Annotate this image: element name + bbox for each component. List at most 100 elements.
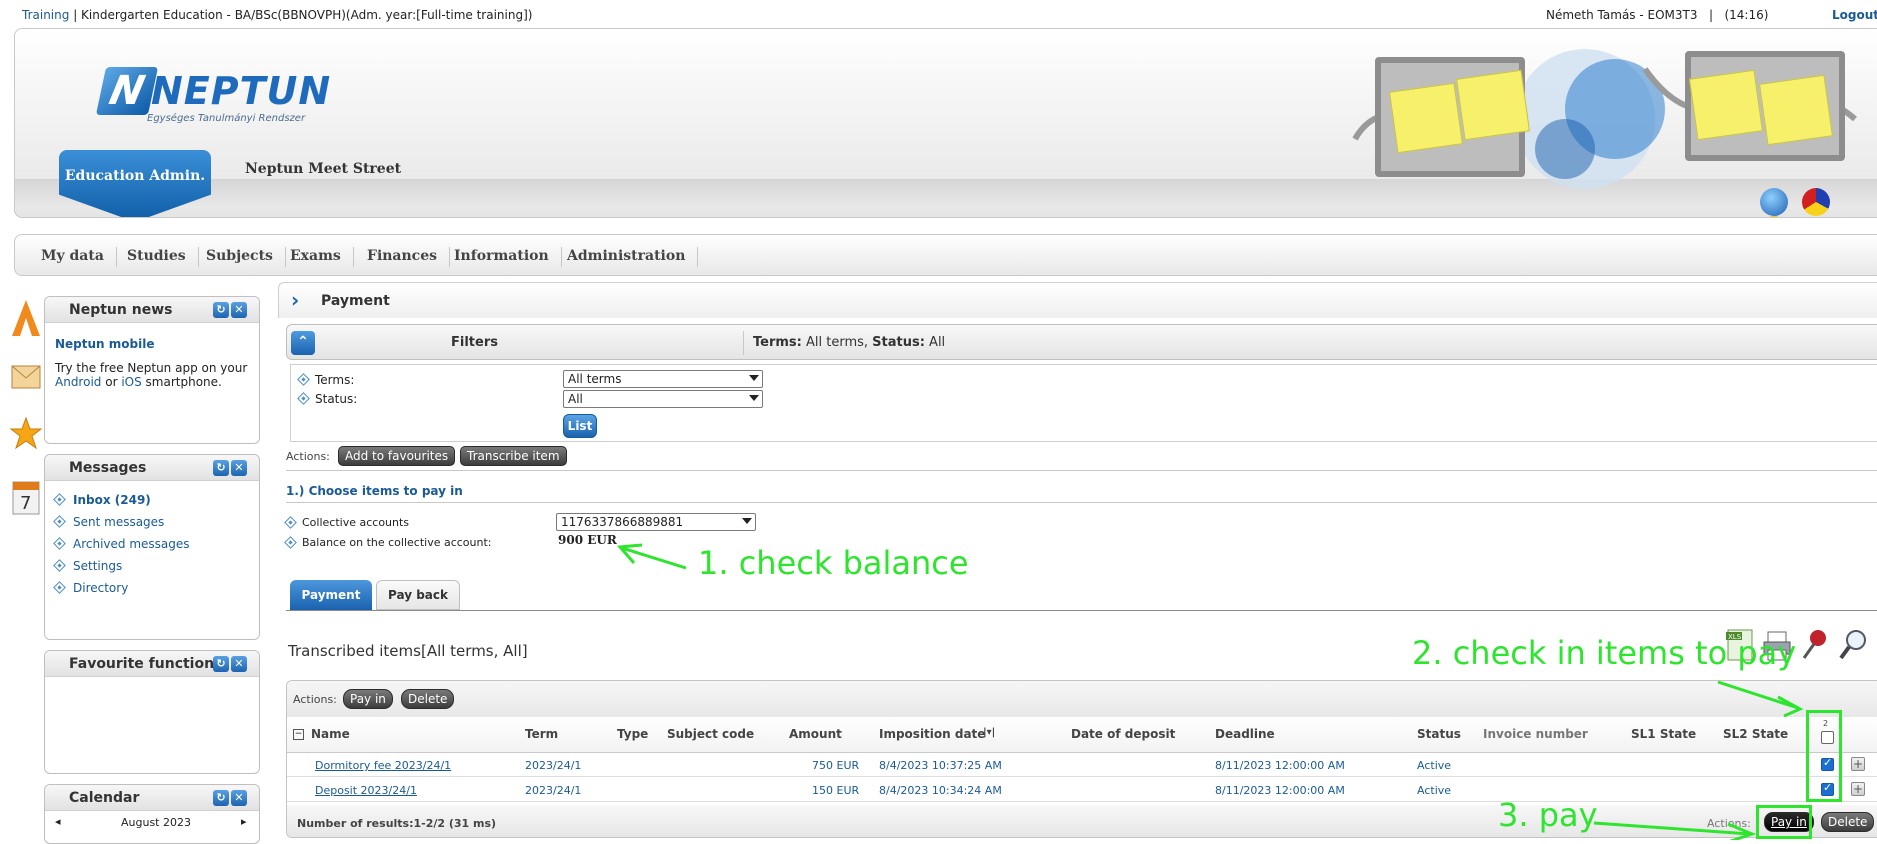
tabs-underline — [286, 610, 1877, 611]
program-name: Kindergarten Education - BA/BSc(BBNOVPH)… — [81, 8, 533, 22]
logout-link[interactable]: Logout — [1832, 8, 1877, 22]
row-name-link[interactable]: Dormitory fee 2023/24/1 — [315, 759, 451, 772]
status-select[interactable]: All — [563, 390, 763, 408]
menu-finances[interactable]: Finances — [355, 247, 450, 267]
add-to-favourites-button[interactable]: Add to favourites — [338, 446, 456, 466]
filters-header[interactable]: ⌃ Filters Terms: All terms, Status: All — [286, 324, 1877, 360]
menu-my-data[interactable]: My data — [29, 247, 117, 267]
close-icon[interactable]: ✕ — [231, 656, 247, 672]
android-link[interactable]: Android — [55, 375, 101, 389]
top-bar-right: Németh Tamás - EOM3T3 | (14:16) — [1546, 8, 1768, 22]
message-link-inbox[interactable]: Inbox (249) — [53, 493, 249, 507]
annotation-checkbox-highlight — [1806, 710, 1842, 802]
training-link[interactable]: Training — [22, 8, 69, 22]
balance-text: Balance on the collective account: — [302, 536, 492, 549]
diamond-icon — [284, 516, 297, 529]
message-link-label: Directory — [73, 581, 129, 595]
news-widget-title: Neptun news — [69, 302, 173, 318]
magnifier-icon[interactable] — [1838, 628, 1870, 662]
col-sl2-state[interactable]: SL2 State — [1723, 727, 1788, 741]
sticky-note — [1759, 74, 1833, 146]
news-headline[interactable]: Neptun mobile — [55, 337, 249, 351]
transcribe-item-button[interactable]: Transcribe item — [460, 446, 567, 466]
clock: (14:16) — [1724, 8, 1769, 22]
message-link-sent[interactable]: Sent messages — [53, 515, 249, 529]
col-type[interactable]: Type — [617, 727, 648, 741]
terms-select[interactable]: All terms — [563, 370, 763, 388]
plus-icon[interactable]: + — [1851, 757, 1865, 771]
balance-label: Balance on the collective account: — [284, 536, 492, 549]
refresh-icon[interactable]: ↻ — [213, 460, 229, 476]
menu-studies[interactable]: Studies — [115, 247, 199, 267]
filters-summary: Terms: All terms, Status: All — [753, 335, 945, 350]
menu-administration[interactable]: Administration — [555, 247, 699, 267]
menu-subjects[interactable]: Subjects — [194, 247, 286, 267]
message-link-archived[interactable]: Archived messages — [53, 537, 249, 551]
favourites-widget-title: Favourite functions — [69, 656, 223, 672]
row-name-link[interactable]: Deposit 2023/24/1 — [315, 784, 417, 797]
main-menu: My data Studies Subjects Exams Finances … — [14, 234, 1877, 276]
calendar-7-icon[interactable]: 7 — [10, 478, 42, 518]
accessibility-icon[interactable] — [1760, 216, 1788, 217]
favourites-widget-header: Favourite functions ↻ ✕ — [45, 651, 259, 677]
news-text-1: Try the free Neptun app on your — [55, 361, 248, 375]
close-icon[interactable]: ✕ — [231, 302, 247, 318]
collective-accounts-label: Collective accounts — [284, 516, 409, 529]
col-term[interactable]: Term — [525, 727, 558, 741]
col-amount[interactable]: Amount — [789, 727, 842, 741]
filters-body: Terms: All terms Status: All List — [290, 364, 1877, 442]
col-subject-code[interactable]: Subject code — [667, 727, 754, 741]
diamond-icon — [53, 559, 66, 572]
close-icon[interactable]: ✕ — [231, 460, 247, 476]
calendar-month: August 2023 — [121, 816, 191, 829]
col-status[interactable]: Status — [1417, 727, 1461, 741]
filters-label: Filters — [451, 335, 498, 350]
chevron-right-icon: › — [291, 288, 300, 312]
col-date-of-deposit[interactable]: Date of deposit — [1071, 727, 1175, 741]
message-link-settings[interactable]: Settings — [53, 559, 249, 573]
row-imposition-date: 8/4/2023 10:34:24 AM — [879, 784, 1002, 797]
calendar-icon[interactable] — [10, 298, 42, 338]
tab-payment[interactable]: Payment — [290, 580, 372, 610]
close-icon[interactable]: ✕ — [231, 790, 247, 806]
collapse-icon[interactable]: ⌃ — [291, 331, 315, 355]
refresh-icon[interactable]: ↻ — [213, 790, 229, 806]
pay-in-button[interactable]: Pay in — [343, 689, 393, 709]
top-bar: Training | Kindergarten Education - BA/B… — [0, 0, 1877, 30]
delete-button[interactable]: Delete — [401, 689, 455, 709]
plus-icon[interactable]: + — [1851, 782, 1865, 796]
logo-subtitle: Egységes Tanulmányi Rendszer — [147, 113, 306, 124]
letter-icon[interactable] — [10, 354, 42, 394]
refresh-icon[interactable]: ↻ — [213, 656, 229, 672]
pin-icon[interactable] — [1800, 628, 1830, 662]
list-button[interactable]: List — [563, 414, 597, 438]
col-deadline[interactable]: Deadline — [1215, 727, 1275, 741]
menu-exams[interactable]: Exams — [278, 247, 354, 267]
message-link-label: Settings — [73, 559, 123, 573]
flag-icon[interactable] — [1801, 188, 1830, 216]
menu-information[interactable]: Information — [442, 247, 562, 267]
col-invoice-number[interactable]: Invoice number — [1483, 727, 1588, 741]
globe-icon[interactable] — [1760, 188, 1788, 216]
col-sl1-state[interactable]: SL1 State — [1631, 727, 1696, 741]
message-link-directory[interactable]: Directory — [53, 581, 249, 595]
neptun-logo[interactable]: N NEPTUN Egységes Tanulmányi Rendszer — [95, 67, 330, 137]
calendar-widget-header: Calendar ↻ ✕ — [45, 785, 259, 811]
footer-delete-button[interactable]: Delete — [1821, 812, 1875, 832]
col-name[interactable]: Name — [311, 727, 350, 741]
collapse-rows-icon[interactable]: − — [293, 729, 304, 740]
refresh-icon[interactable]: ↻ — [213, 302, 229, 318]
col-imposition-date[interactable]: Imposition date — [879, 727, 985, 741]
star-icon[interactable] — [10, 414, 42, 454]
collective-accounts-select[interactable]: 1176337866889881 — [556, 513, 756, 531]
sort-icon[interactable]: |▾| — [983, 727, 995, 738]
next-month-icon[interactable]: ▸ — [241, 815, 247, 828]
tab-pay-back[interactable]: Pay back — [376, 580, 460, 610]
meet-street-tab[interactable]: Neptun Meet Street — [245, 161, 401, 177]
ios-link[interactable]: iOS — [121, 375, 141, 389]
prev-month-icon[interactable]: ◂ — [55, 815, 61, 828]
terms-label: Terms: — [315, 373, 355, 387]
footer-actions-label: Actions: — [1707, 817, 1751, 830]
status-select-value: All — [568, 392, 583, 406]
messages-widget-body: Inbox (249) Sent messages Archived messa… — [45, 481, 259, 613]
